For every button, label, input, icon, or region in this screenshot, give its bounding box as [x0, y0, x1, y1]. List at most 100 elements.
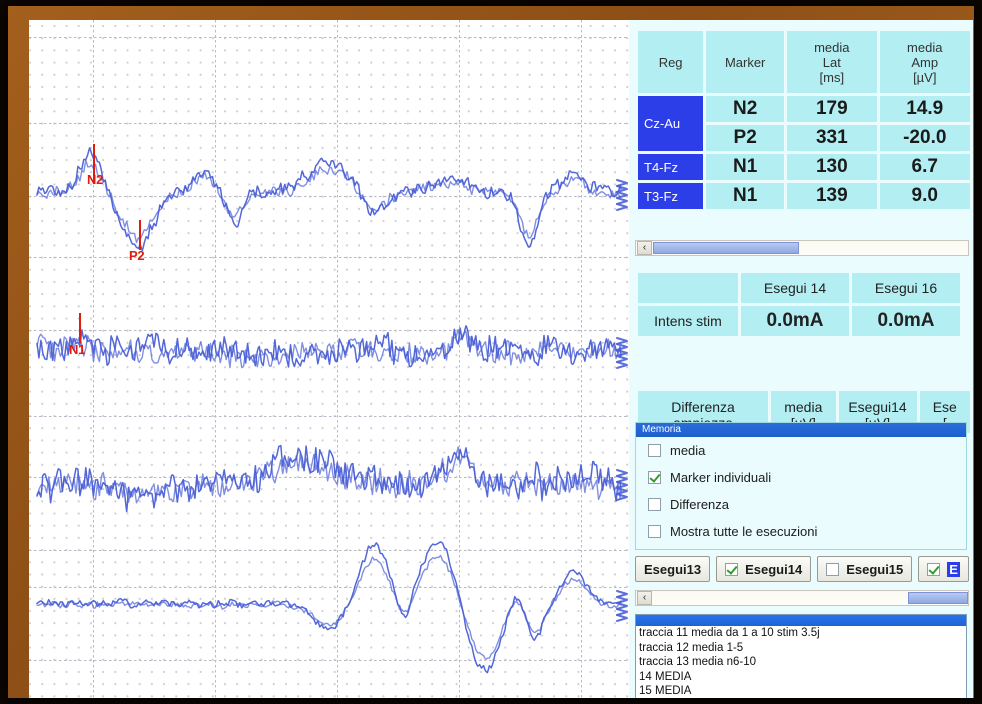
esegui-hscrollbar[interactable]: ‹	[635, 590, 969, 606]
table-header-row: Reg Marker media Lat [ms] media Amp [µV]	[638, 31, 970, 93]
waveform-plot[interactable]: N2 P2 N1	[29, 20, 629, 698]
marker-label-n2: N2	[87, 172, 104, 187]
diff-e16-l1: Ese	[932, 399, 957, 415]
stim-col-esegui16: Esegui 16	[852, 273, 960, 303]
scroll-left-arrow-2[interactable]: ‹	[637, 591, 652, 605]
diff-e14-l1: Esegui14	[848, 399, 907, 415]
marker-tick-n1	[79, 313, 81, 343]
checkbox-marker-individuali[interactable]	[648, 471, 661, 484]
cell-lat[interactable]: 139	[787, 183, 877, 209]
stim-row-label: Intens stim	[638, 306, 738, 336]
trace-list[interactable]: traccia 11 media da 1 a 10 stim 3.5j tra…	[635, 614, 967, 698]
stim-value-2: 0.0mA	[852, 306, 960, 336]
memoria-groupbox: Memoria media Marker individuali Differe…	[635, 422, 967, 550]
grid-line-v	[337, 20, 338, 698]
marker-label-p2: P2	[129, 248, 145, 263]
checkbox-esegui15[interactable]	[826, 562, 840, 576]
lat-line3: [ms]	[819, 69, 845, 85]
stim-table: Esegui 14 Esegui 16 Intens stim 0.0mA 0.…	[635, 270, 963, 339]
results-table: Reg Marker media Lat [ms] media Amp [µV]	[635, 28, 973, 212]
list-item[interactable]: 14 MEDIA	[636, 670, 966, 685]
checkbox-row-media[interactable]: media	[636, 437, 966, 464]
grid-line-h	[29, 477, 629, 478]
cell-marker[interactable]: N1	[706, 183, 785, 209]
table-row[interactable]: T3-Fz N1 139 9.0	[638, 183, 970, 209]
table-row[interactable]: Cz-Au N2 179 14.9	[638, 96, 970, 151]
checkbox-esegui16[interactable]	[927, 562, 941, 576]
grid-line-v	[459, 20, 460, 698]
stim-header-row: Esegui 14 Esegui 16	[638, 273, 960, 303]
esegui15-button[interactable]: Esegui15	[817, 556, 913, 582]
memoria-title: Memoria	[636, 423, 966, 437]
scroll-left-arrow[interactable]: ‹	[637, 241, 652, 255]
grid-line-v	[93, 20, 94, 698]
esegui16-button[interactable]: E	[918, 556, 969, 582]
checkbox-label-mostra-tutte: Mostra tutte le esecuzioni	[670, 524, 818, 539]
col-header-lat: media Lat [ms]	[787, 31, 877, 93]
esegui-button-row: Esegui13 Esegui14 Esegui15 E	[635, 556, 973, 582]
app-window: N2 P2 N1 Reg Marker media Lat [ms] media…	[29, 20, 973, 698]
checkbox-row-mostra-tutte[interactable]: Mostra tutte le esecuzioni	[636, 518, 966, 545]
esegui14-label: Esegui14	[745, 561, 803, 577]
col-header-amp: media Amp [µV]	[879, 31, 970, 93]
list-selection-bar	[636, 615, 966, 626]
grid-line-h	[29, 37, 629, 38]
list-item[interactable]: traccia 11 media da 1 a 10 stim 3.5j	[636, 626, 966, 641]
checkbox-label-marker-individuali: Marker individuali	[670, 470, 772, 485]
checkbox-mostra-tutte-le-esecuzioni[interactable]	[648, 525, 661, 538]
list-item[interactable]: traccia 13 media n6-10	[636, 655, 966, 670]
esegui13-label: Esegui13	[644, 561, 702, 577]
list-item[interactable]: traccia 12 media 1-5	[636, 641, 966, 656]
esegui13-button[interactable]: Esegui13	[635, 556, 711, 582]
stim-col-esegui14: Esegui 14	[741, 273, 849, 303]
stim-value-row: Intens stim 0.0mA 0.0mA	[638, 306, 960, 336]
cell-lat[interactable]: 331	[787, 125, 877, 151]
marker-tick-p2	[139, 220, 141, 250]
checkbox-esegui14[interactable]	[725, 562, 739, 576]
cell-amp[interactable]: -20.0	[879, 125, 970, 151]
amp-line3: [µV]	[913, 69, 937, 85]
eeg-traces	[36, 147, 628, 674]
cell-reg-cz-au[interactable]: Cz-Au	[638, 96, 704, 151]
col-header-reg: Reg	[638, 31, 704, 93]
cell-amp[interactable]: 6.7	[879, 154, 970, 180]
cell-amp[interactable]: 9.0	[879, 183, 970, 209]
stim-blank-cell	[638, 273, 738, 303]
esegui15-label: Esegui15	[846, 561, 904, 577]
scroll-thumb-2[interactable]	[908, 592, 968, 604]
diff-media-l1: media	[784, 399, 823, 415]
control-panel: Reg Marker media Lat [ms] media Amp [µV]	[629, 20, 973, 698]
grid-line-h	[29, 587, 629, 588]
cell-lat[interactable]: 130	[787, 154, 877, 180]
table-row[interactable]: T4-Fz N1 130 6.7	[638, 154, 970, 180]
list-item[interactable]: 15 MEDIA	[636, 684, 966, 698]
checkbox-row-differenza[interactable]: Differenza	[636, 491, 966, 518]
grid-line-h	[29, 660, 629, 661]
cell-marker[interactable]: N1	[706, 154, 785, 180]
esegui16-label: E	[947, 561, 960, 577]
screenshot-root: N2 P2 N1 Reg Marker media Lat [ms] media…	[0, 0, 982, 704]
grid-line-v	[215, 20, 216, 698]
grid-line-h	[29, 416, 629, 417]
cell-marker[interactable]: N2	[706, 96, 785, 122]
cell-reg-t3-fz[interactable]: T3-Fz	[638, 183, 704, 209]
cell-marker[interactable]: P2	[706, 125, 785, 151]
checkbox-row-marker-individuali[interactable]: Marker individuali	[636, 464, 966, 491]
cell-lat[interactable]: 179	[787, 96, 877, 122]
checkbox-differenza[interactable]	[648, 498, 661, 511]
grid-line-h	[29, 196, 629, 197]
picture-frame: N2 P2 N1 Reg Marker media Lat [ms] media…	[8, 6, 974, 698]
results-table-hscrollbar[interactable]: ‹	[635, 240, 969, 256]
grid-line-v	[581, 20, 582, 698]
cell-reg-t4-fz[interactable]: T4-Fz	[638, 154, 704, 180]
cell-amp[interactable]: 14.9	[879, 96, 970, 122]
amp-line2: Amp	[911, 54, 939, 70]
grid-line-h	[29, 550, 629, 551]
scroll-thumb[interactable]	[653, 242, 799, 254]
marker-label-n1: N1	[69, 342, 86, 357]
checkbox-media[interactable]	[648, 444, 661, 457]
grid-line-h	[29, 123, 629, 124]
esegui14-button[interactable]: Esegui14	[716, 556, 812, 582]
stim-value-1: 0.0mA	[741, 306, 849, 336]
lat-line1: media	[814, 39, 850, 55]
